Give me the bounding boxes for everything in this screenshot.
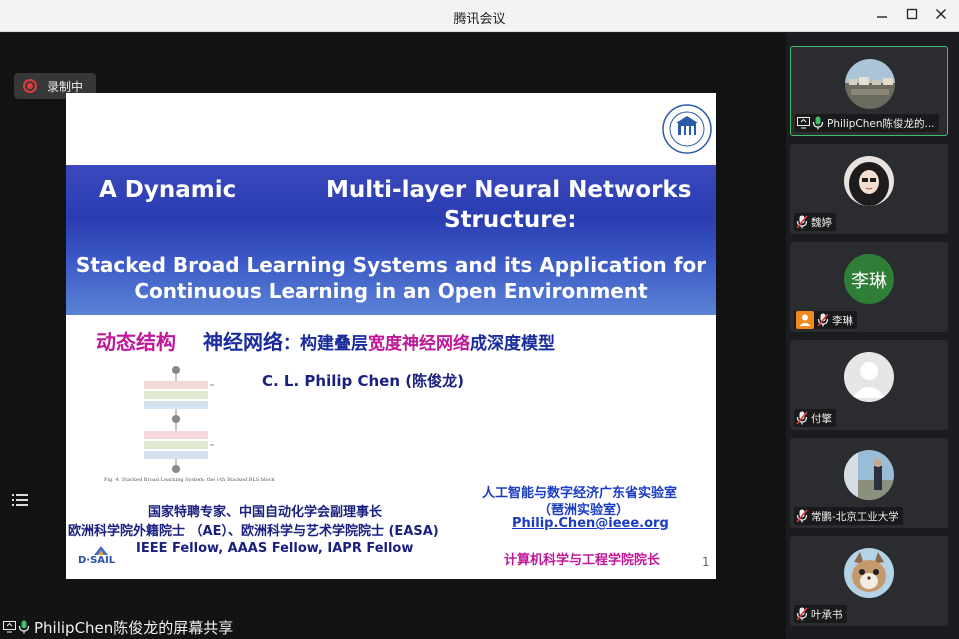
cat-photo-avatar [844, 548, 894, 598]
window-title: 腾讯会议 [453, 12, 506, 27]
dsail-logo: D·SAIL [74, 543, 128, 573]
record-icon [23, 79, 37, 93]
stacked-bls-diagram [144, 366, 214, 473]
participant-tile[interactable]: 魏婷 [790, 144, 948, 234]
menu-icon[interactable] [8, 488, 32, 512]
minimize-icon[interactable] [871, 5, 893, 27]
zh-title-part4: 宽度神经网络 [367, 334, 470, 354]
slide-title-left: A Dynamic [99, 177, 237, 203]
fellowships: IEEE Fellow, AAAS Fellow, IAPR Fellow [136, 541, 414, 556]
cartoon-girl-avatar [844, 156, 894, 206]
mic-on-icon [18, 620, 30, 634]
person-icon [796, 311, 814, 329]
screen-share-text: PhilipChen陈俊龙的屏幕共享 [34, 618, 234, 637]
participant-name: 付擎 [811, 412, 832, 425]
dean-title: 计算机科学与工程学院院长 [504, 553, 661, 568]
avatar-initials: 李琳 [851, 271, 887, 292]
chinese-title: 动态结构 神经网络：构建叠层宽度神经网络成深度模型 [96, 326, 555, 355]
participant-tile[interactable]: 李琳 李琳 [790, 242, 948, 332]
slide-page-number: 1 [702, 555, 710, 569]
default-person-avatar [844, 352, 894, 402]
presentation-slide: A Dynamic Multi-layer Neural Networks St… [66, 93, 716, 579]
participant-namebar: 付擎 [794, 409, 836, 427]
slide-subtitle-line2: Continuous Learning in an Open Environme… [134, 279, 648, 303]
roles-line2: 欧洲科学院外籍院士 （AE）、欧洲科学与艺术学院院士 (EASA) [68, 524, 439, 539]
mic-muted-icon [796, 607, 808, 621]
title-banner: A Dynamic Multi-layer Neural Networks St… [66, 165, 716, 315]
zh-title-part5: 成深度模型 [469, 334, 555, 354]
participant-tile[interactable]: 叶承书 [790, 536, 948, 626]
zh-title-part1: 动态结构 [96, 330, 176, 354]
contact-email[interactable]: Philip.Chen@ieee.org [512, 516, 669, 531]
outdoor-photo-avatar [844, 450, 894, 500]
zh-title-part3: ：构建叠层 [282, 334, 368, 354]
participant-namebar: 李琳 [794, 311, 857, 329]
figure-caption: Fig. 4. Stacked Broad Learning System: t… [104, 477, 275, 483]
mic-on-icon [812, 116, 824, 130]
zh-title-part2: 神经网络 [202, 330, 283, 354]
mic-muted-icon [796, 509, 808, 523]
participant-name: 叶承书 [811, 608, 843, 621]
participant-namebar: 魏婷 [794, 213, 836, 231]
maximize-icon[interactable] [901, 5, 923, 27]
participant-tile[interactable]: 付擎 [790, 340, 948, 430]
slide-subtitle-line1: Stacked Broad Learning Systems and its A… [75, 253, 707, 277]
screen-share-icon [3, 621, 16, 633]
participant-tile[interactable]: 常鹏-北京工业大学 [790, 438, 948, 528]
participant-namebar: PhilipChen陈俊龙的... [795, 114, 939, 132]
close-icon[interactable] [930, 5, 952, 27]
author-name: C. L. Philip Chen (陈俊龙) [262, 372, 464, 390]
dsail-logo-text: D·SAIL [78, 555, 116, 566]
landscape-photo-avatar [845, 59, 895, 109]
participant-name: 魏婷 [811, 216, 832, 229]
mic-muted-icon [817, 313, 829, 327]
participant-namebar: 常鹏-北京工业大学 [794, 507, 903, 525]
participant-name: 常鹏-北京工业大学 [811, 510, 899, 523]
title-bar: 腾讯会议 [0, 0, 959, 32]
roles-line1: 国家特聘专家、中国自动化学会副理事长 [148, 505, 383, 520]
participant-tile[interactable]: PhilipChen陈俊龙的... [790, 46, 948, 136]
slide-title-right: Multi-layer Neural Networks [326, 177, 692, 203]
university-logo-icon [662, 104, 712, 154]
participant-namebar: 叶承书 [794, 605, 847, 623]
mic-muted-icon [796, 215, 808, 229]
green-initial-avatar: 李琳 [844, 254, 894, 304]
screen-share-label: PhilipChen陈俊龙的屏幕共享 [0, 615, 240, 639]
slide-title-line2: Structure: [444, 207, 577, 233]
participant-name: 李琳 [832, 314, 853, 327]
participant-name: PhilipChen陈俊龙的... [827, 117, 935, 130]
mic-muted-icon [796, 411, 808, 425]
screen-share-icon [797, 117, 810, 129]
